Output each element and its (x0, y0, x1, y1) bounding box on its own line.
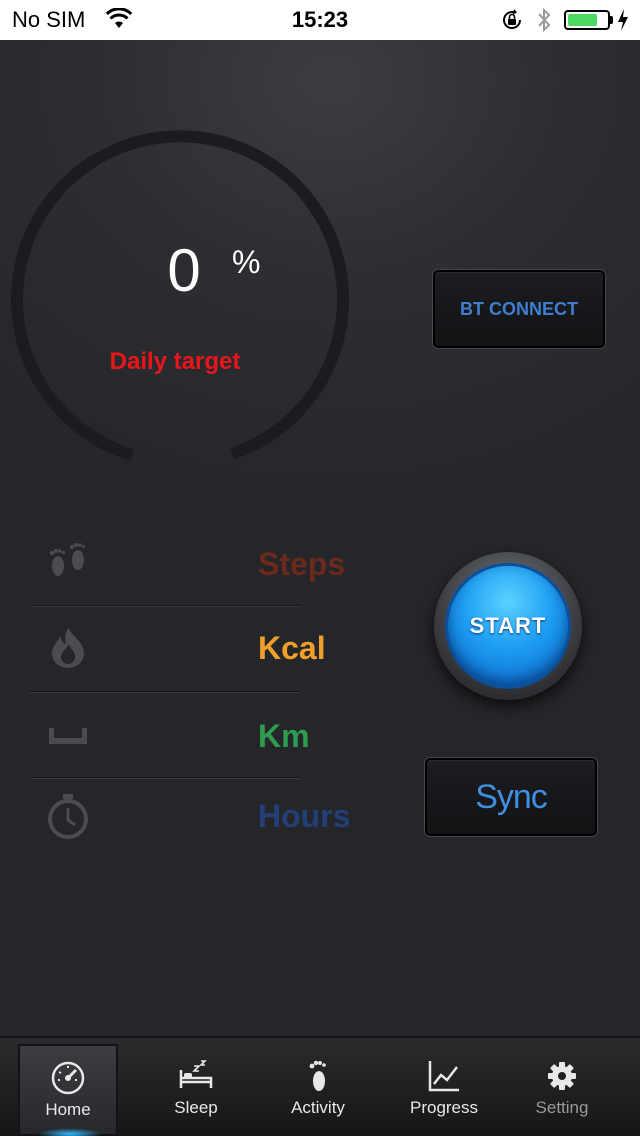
tab-home-label: Home (45, 1100, 91, 1119)
divider (30, 777, 300, 779)
charging-icon (618, 9, 628, 31)
tab-sleep-label: Sleep (174, 1098, 218, 1117)
line-chart-icon (428, 1061, 459, 1092)
tab-home[interactable]: Home (18, 1044, 118, 1136)
start-button-face: START (448, 566, 568, 686)
active-tab-indicator (38, 1128, 102, 1136)
tab-sleep[interactable]: Sleep (146, 1044, 246, 1136)
tab-bar: Home Sleep Activity Progress Setting (0, 1036, 640, 1136)
bed-icon (179, 1060, 213, 1088)
tab-progress-label: Progress (409, 1098, 479, 1117)
tab-progress[interactable]: Progress (394, 1044, 494, 1136)
speedometer-icon (51, 1061, 85, 1095)
start-button[interactable]: START (434, 552, 582, 700)
sync-label: Sync (475, 778, 548, 816)
tab-activity[interactable]: Activity (268, 1044, 368, 1136)
stat-steps-label: Steps (258, 546, 346, 582)
stat-km-label: Km (258, 718, 310, 754)
gauge-unit: % (232, 244, 261, 280)
bt-connect-button[interactable]: BT CONNECT (433, 270, 605, 348)
stat-kcal-label: Kcal (258, 630, 326, 666)
start-label: START (469, 613, 547, 638)
divider (30, 605, 300, 607)
tab-setting[interactable]: Setting (512, 1044, 612, 1136)
footprint-icon (309, 1060, 326, 1091)
bt-connect-label: BT CONNECT (460, 299, 578, 319)
bluetooth-icon (538, 7, 551, 33)
home-screen: 0 % Daily target BT CONNECT Steps Kcal K… (0, 40, 640, 1036)
orientation-lock-icon (503, 9, 522, 29)
footprints-icon (49, 543, 86, 576)
stat-hours-label: Hours (258, 798, 351, 834)
tab-setting-label: Setting (535, 1098, 589, 1117)
flame-icon (52, 628, 84, 668)
gear-icon (548, 1062, 576, 1090)
tab-activity-label: Activity (291, 1098, 345, 1117)
sync-button[interactable]: Sync (425, 758, 597, 836)
battery-icon (564, 10, 610, 30)
stopwatch-icon (48, 794, 88, 839)
divider (30, 691, 300, 693)
status-bar: No SIM 15:23 (0, 0, 640, 40)
distance-icon (49, 728, 87, 744)
gauge-caption: Daily target (109, 348, 241, 375)
battery-tip (610, 16, 613, 24)
